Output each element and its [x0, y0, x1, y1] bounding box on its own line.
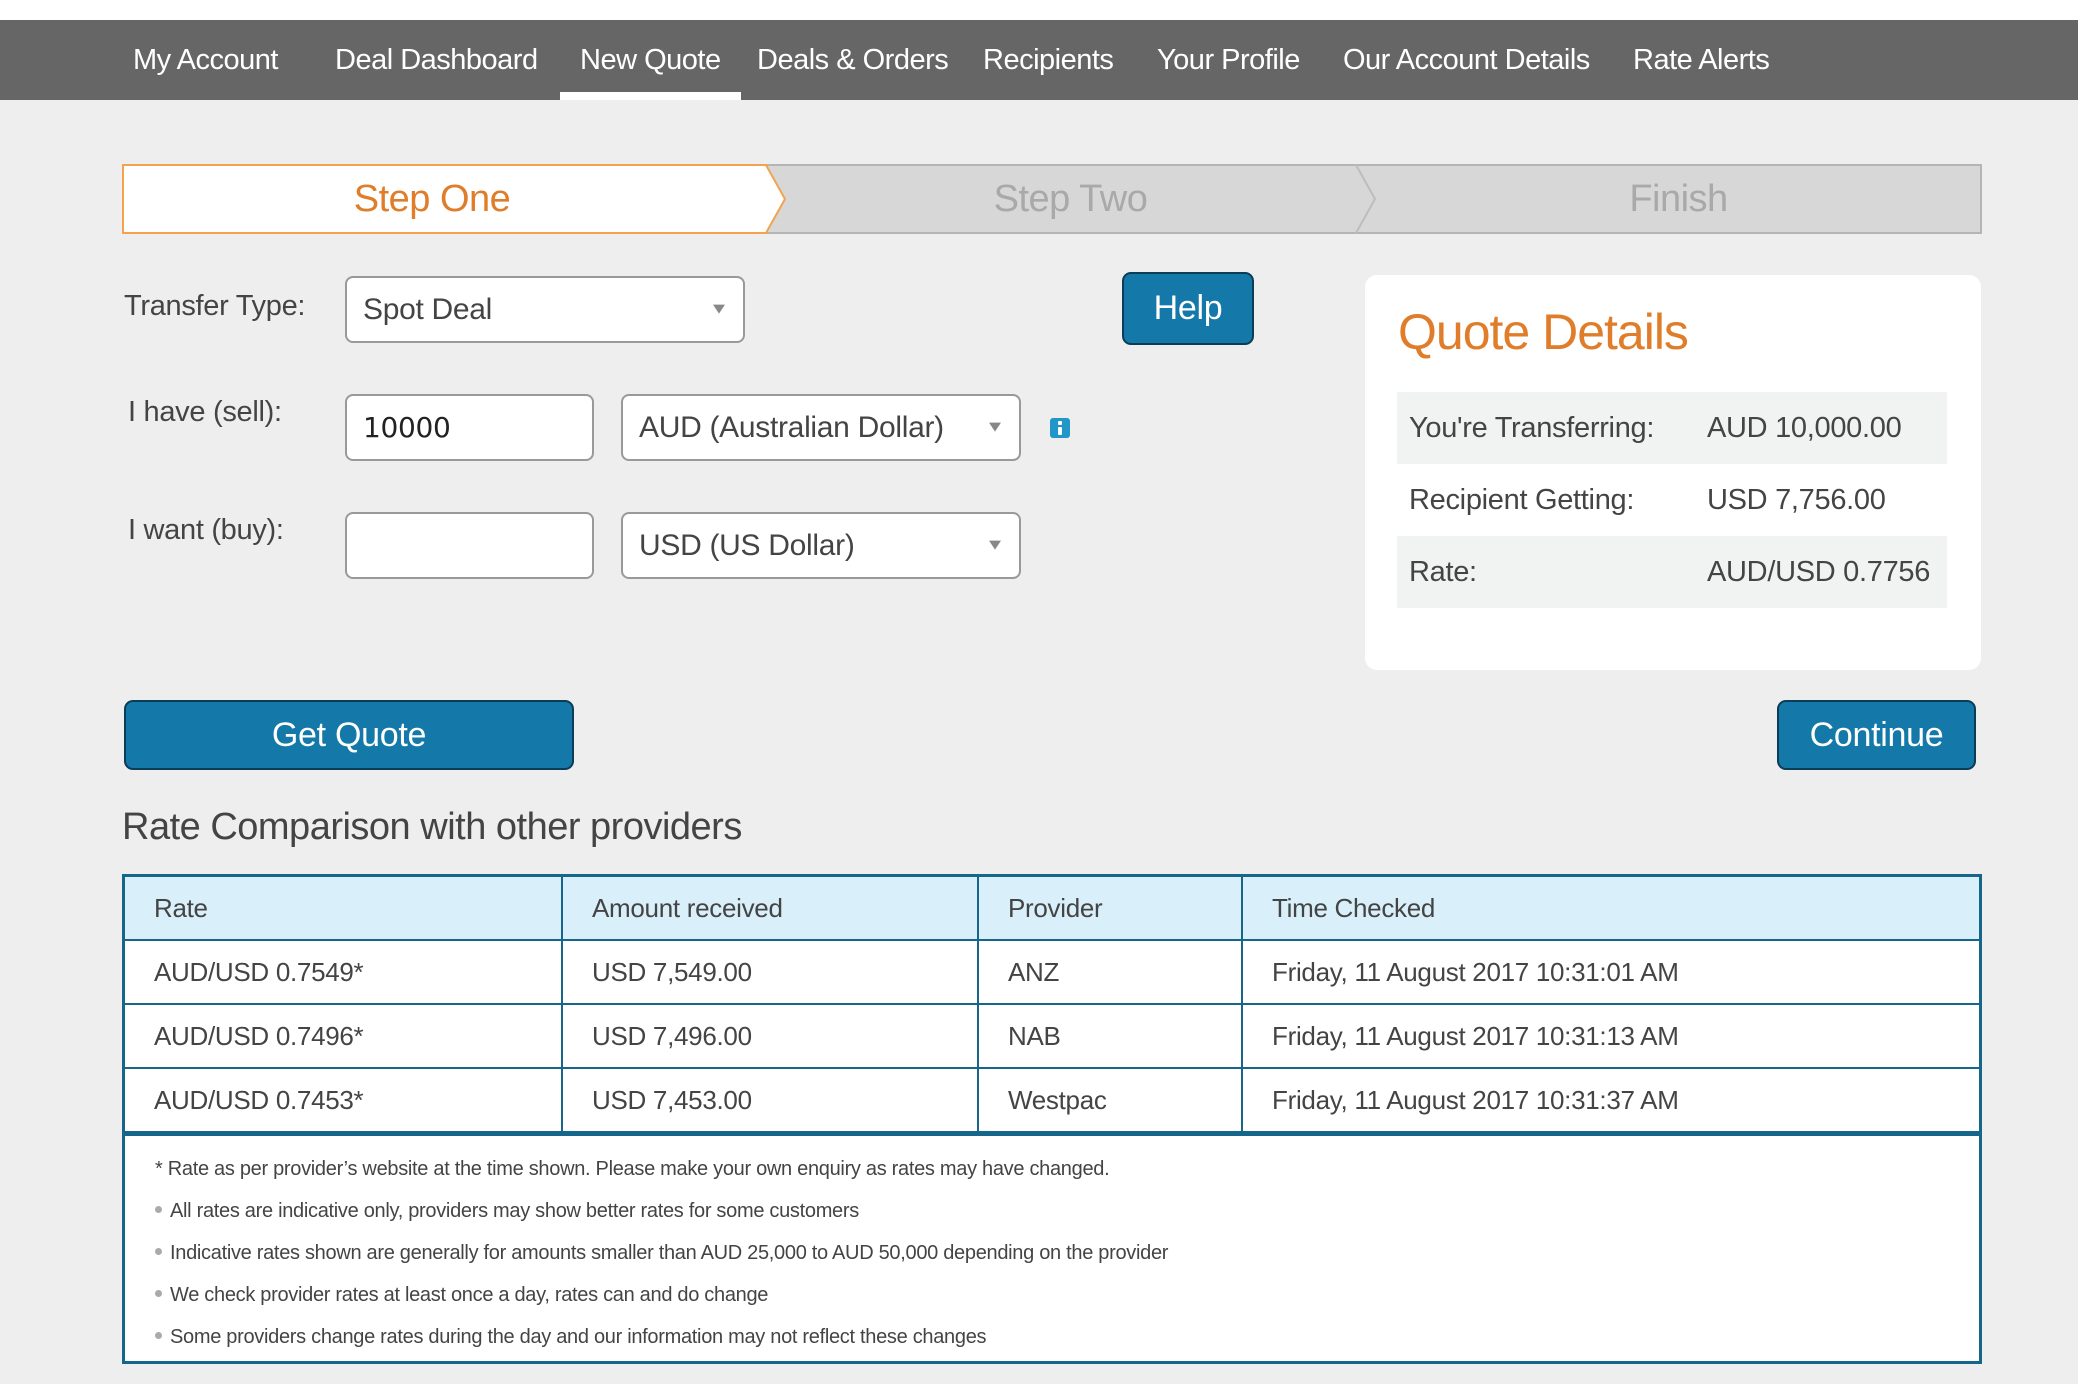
table-row: AUD/USD 0.7453* USD 7,453.00 Westpac Fri…	[125, 1067, 1979, 1133]
buy-currency-value: USD (US Dollar)	[639, 528, 855, 562]
quote-row-rate: Rate: AUD/USD 0.7756	[1397, 536, 1947, 608]
sell-currency-value: AUD (Australian Dollar)	[639, 410, 944, 444]
cell-rate: AUD/USD 0.7496*	[125, 1003, 563, 1069]
cell-time: Friday, 11 August 2017 10:31:37 AM	[1241, 1067, 1979, 1133]
get-quote-button[interactable]: Get Quote	[124, 700, 574, 770]
nav-recipients[interactable]: Recipients	[983, 20, 1114, 100]
continue-button[interactable]: Continue	[1777, 700, 1976, 770]
main-nav: My Account Deal Dashboard New Quote Deal…	[0, 20, 2078, 100]
top-strip	[0, 0, 2078, 20]
quote-row-key: You're Transferring:	[1409, 411, 1655, 444]
rate-comparison-title: Rate Comparison with other providers	[122, 806, 742, 848]
quote-details-title: Quote Details	[1398, 304, 1689, 360]
table-header-row: Rate Amount received Provider Time Check…	[125, 877, 1979, 941]
table-row: AUD/USD 0.7549* USD 7,549.00 ANZ Friday,…	[125, 939, 1979, 1005]
note-item: Some providers change rates during the d…	[155, 1326, 1979, 1368]
quote-row-value: USD 7,756.00	[1707, 483, 1886, 516]
sell-label: I have (sell):	[128, 396, 282, 428]
quote-row-key: Rate:	[1409, 555, 1477, 588]
chevron-down-icon	[989, 540, 1001, 550]
note-item: Indicative rates shown are generally for…	[155, 1242, 1979, 1284]
rate-comparison-table: Rate Amount received Provider Time Check…	[122, 874, 1982, 1364]
cell-rate: AUD/USD 0.7549*	[125, 939, 563, 1005]
nav-new-quote[interactable]: New Quote	[560, 20, 741, 100]
progress-stepper: Step One Step Two Finish	[122, 164, 1982, 234]
transfer-type-select[interactable]: Spot Deal	[345, 276, 745, 343]
quote-details-panel: Quote Details You're Transferring: AUD 1…	[1365, 275, 1981, 670]
note-item: All rates are indicative only, providers…	[155, 1200, 1979, 1242]
comparison-notes: * Rate as per provider’s website at the …	[125, 1136, 1979, 1368]
quote-row-value: AUD 10,000.00	[1707, 411, 1902, 444]
transfer-type-label: Transfer Type:	[124, 290, 306, 322]
column-header-rate: Rate	[125, 877, 563, 941]
chevron-down-icon	[989, 422, 1001, 432]
step-one: Step One	[353, 178, 511, 220]
footnote: * Rate as per provider’s website at the …	[155, 1158, 1110, 1180]
transfer-type-value: Spot Deal	[363, 292, 493, 326]
quote-row-key: Recipient Getting:	[1409, 483, 1635, 516]
nav-your-profile[interactable]: Your Profile	[1157, 20, 1300, 100]
column-header-provider: Provider	[977, 877, 1243, 941]
table-row: AUD/USD 0.7496* USD 7,496.00 NAB Friday,…	[125, 1003, 1979, 1069]
help-button[interactable]: Help	[1122, 272, 1254, 345]
sell-amount-input[interactable]: 10000	[345, 394, 594, 461]
cell-time: Friday, 11 August 2017 10:31:13 AM	[1241, 1003, 1979, 1069]
info-icon[interactable]	[1050, 418, 1070, 438]
sell-currency-select[interactable]: AUD (Australian Dollar)	[621, 394, 1021, 461]
sell-amount-value: 10000	[363, 411, 451, 444]
step-finish: Finish	[1629, 178, 1728, 220]
cell-time: Friday, 11 August 2017 10:31:01 AM	[1241, 939, 1979, 1005]
buy-currency-select[interactable]: USD (US Dollar)	[621, 512, 1021, 579]
column-header-amount: Amount received	[561, 877, 979, 941]
quote-row-transferring: You're Transferring: AUD 10,000.00	[1397, 392, 1947, 464]
quote-row-recipient: Recipient Getting: USD 7,756.00	[1397, 464, 1947, 536]
buy-amount-input[interactable]	[345, 512, 594, 579]
cell-rate: AUD/USD 0.7453*	[125, 1067, 563, 1133]
quote-row-value: AUD/USD 0.7756	[1707, 555, 1931, 588]
nav-rate-alerts[interactable]: Rate Alerts	[1633, 20, 1770, 100]
nav-my-account[interactable]: My Account	[133, 20, 278, 100]
cell-provider: ANZ	[977, 939, 1243, 1005]
buy-label: I want (buy):	[128, 514, 284, 546]
nav-deal-dashboard[interactable]: Deal Dashboard	[335, 20, 538, 100]
cell-provider: NAB	[977, 1003, 1243, 1069]
column-header-time: Time Checked	[1241, 877, 1979, 941]
cell-amount: USD 7,549.00	[561, 939, 979, 1005]
cell-provider: Westpac	[977, 1067, 1243, 1133]
chevron-down-icon	[713, 304, 725, 314]
cell-amount: USD 7,453.00	[561, 1067, 979, 1133]
note-item: We check provider rates at least once a …	[155, 1284, 1979, 1326]
step-two: Step Two	[993, 178, 1148, 220]
nav-our-account-details[interactable]: Our Account Details	[1343, 20, 1590, 100]
nav-deals-orders[interactable]: Deals & Orders	[757, 20, 949, 100]
cell-amount: USD 7,496.00	[561, 1003, 979, 1069]
